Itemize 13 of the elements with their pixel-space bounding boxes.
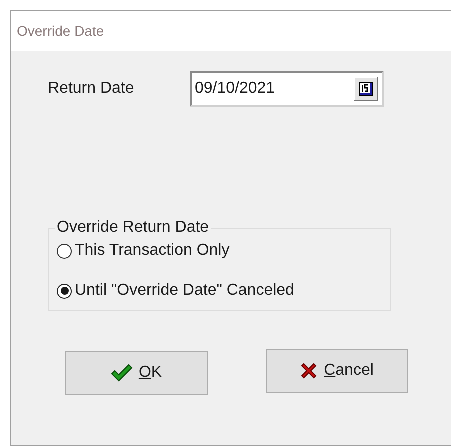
ok-button[interactable]: OK: [65, 351, 208, 395]
cancel-button[interactable]: Cancel: [266, 349, 408, 393]
calendar-icon[interactable]: [354, 77, 378, 101]
radio-button[interactable]: [57, 244, 72, 258]
radio-label[interactable]: This Transaction Only: [75, 242, 230, 260]
date-field[interactable]: 09/10/2021: [190, 71, 384, 107]
window-title: Override Date: [17, 23, 104, 39]
field-label: Return Date: [48, 80, 136, 98]
radio-button[interactable]: [57, 284, 72, 298]
radio-label[interactable]: Until "Override Date" Canceled: [75, 282, 294, 300]
cross-icon: [300, 362, 318, 380]
group-label: Override Return Date: [56, 219, 210, 237]
checkmark-icon: [110, 364, 133, 382]
